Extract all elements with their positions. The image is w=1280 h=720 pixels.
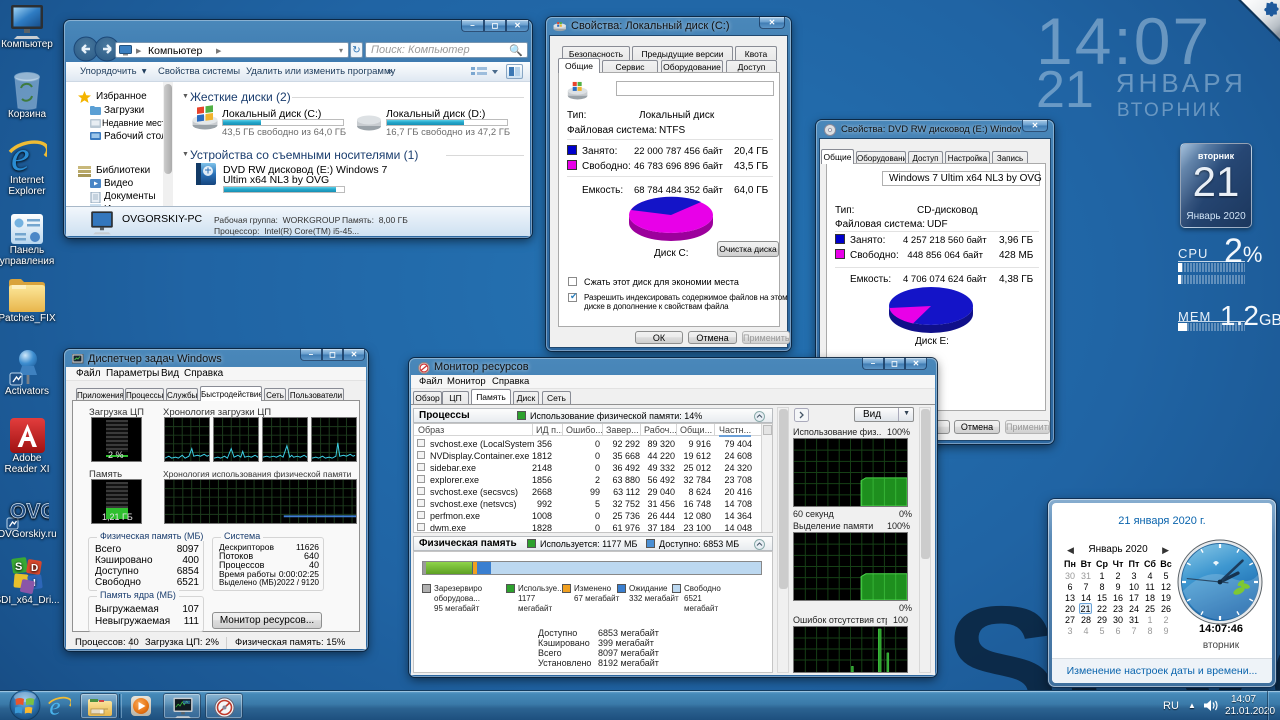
svg-text:D: D: [31, 563, 38, 574]
svg-text:S: S: [15, 561, 22, 573]
svg-text:OVG: OVG: [10, 500, 49, 523]
